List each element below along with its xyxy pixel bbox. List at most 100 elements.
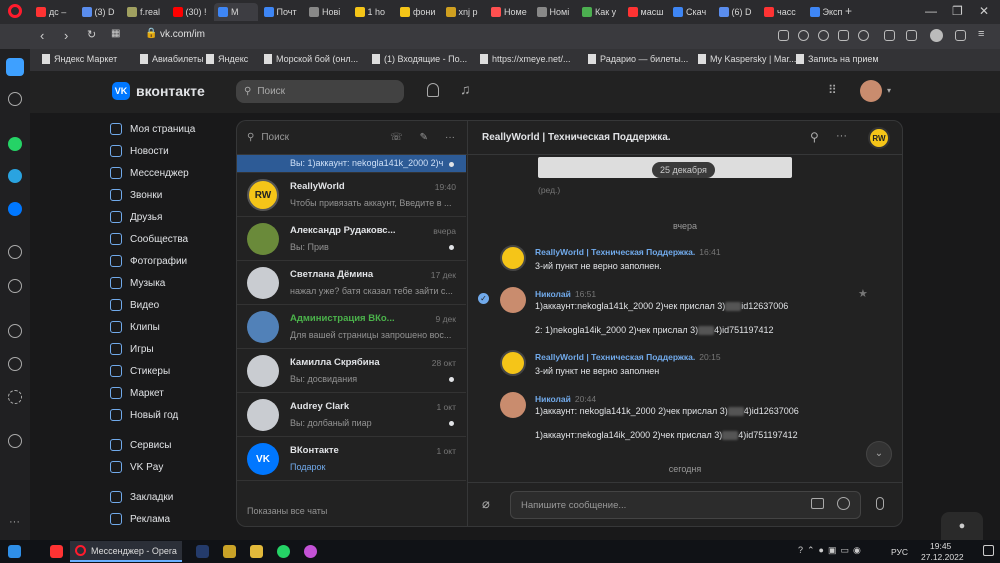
tips-icon[interactable] <box>8 434 22 448</box>
star-icon[interactable]: ★ <box>858 287 868 300</box>
browser-tab[interactable]: Номі <box>533 3 577 21</box>
heart-icon[interactable] <box>8 324 22 338</box>
message-author[interactable]: Николай 16:51 <box>535 289 596 299</box>
chat-row[interactable]: Светлана Дёмина 17 дек нажал уже? батя ска… <box>237 261 466 305</box>
notification-icon[interactable] <box>983 545 994 556</box>
nav-item[interactable]: Стикеры <box>110 360 230 382</box>
nav-item[interactable]: Сообщества <box>110 228 230 250</box>
nav-item[interactable]: Игры <box>110 338 230 360</box>
browser-tab[interactable]: (3) D <box>78 3 122 21</box>
chat-row[interactable]: Александр Рудаковс... вчера Вы: Прив <box>237 217 466 261</box>
bell-icon[interactable] <box>427 83 439 97</box>
more-icon[interactable]: ··· <box>836 130 847 142</box>
chevron-down-icon[interactable]: ▾ <box>887 86 891 95</box>
browser-tab[interactable]: (6) D <box>715 3 759 21</box>
emoji-icon[interactable] <box>837 497 850 510</box>
vk-icon[interactable] <box>8 202 22 216</box>
nav-item[interactable]: VK Pay <box>110 456 230 478</box>
browser-tab[interactable]: xnj p <box>442 3 486 21</box>
whatsapp-icon[interactable] <box>8 137 22 151</box>
profile-icon[interactable] <box>930 29 943 42</box>
whatsapp-icon[interactable] <box>277 545 290 558</box>
nav-item[interactable]: Закладки <box>110 486 230 508</box>
player-icon[interactable] <box>8 245 22 259</box>
chat-row[interactable]: Audrey Clark 1 окт Вы: долбаный пиар <box>237 393 466 437</box>
chat-title[interactable]: ReallyWorld | Техническая Поддержка. <box>482 132 671 143</box>
message-author[interactable]: ReallyWorld | Техническая Поддержка. 16:4… <box>535 247 721 257</box>
bookmark-item[interactable]: Запись на прием <box>796 54 879 64</box>
browser-tab[interactable]: Эксп <box>806 3 850 21</box>
nav-item[interactable]: Новый год <box>110 404 230 426</box>
windows-start-icon[interactable] <box>8 545 21 558</box>
cart-icon[interactable] <box>884 30 895 41</box>
message-author[interactable]: ReallyWorld | Техническая Поддержка. 20:1… <box>535 352 721 362</box>
nav-item[interactable]: Друзья <box>110 206 230 228</box>
app-icon[interactable] <box>196 545 209 558</box>
block-icon[interactable] <box>818 30 829 41</box>
opera-logo-icon[interactable] <box>8 4 22 18</box>
chat-row[interactable]: VK ВКонтакте 1 окт Подарок <box>237 437 466 481</box>
bookmark-item[interactable]: Авиабилеты <box>140 54 204 64</box>
new-call-icon[interactable]: ☏ <box>390 132 403 143</box>
bookmark-item[interactable]: (1) Входящие - По... <box>372 54 467 64</box>
message-author[interactable]: Николай 20:44 <box>535 394 596 404</box>
nav-item[interactable]: Моя страница <box>110 118 230 140</box>
folder-icon[interactable] <box>250 545 263 558</box>
speed-dial-icon[interactable]: ▦ <box>111 28 120 39</box>
message-avatar[interactable] <box>500 287 526 313</box>
nav-item[interactable]: Музыка <box>110 272 230 294</box>
app-icon[interactable] <box>223 545 236 558</box>
nav-item[interactable]: Фотографии <box>110 250 230 272</box>
browser-tab[interactable]: Номе <box>487 3 531 21</box>
browser-tab[interactable]: Почт <box>260 3 304 21</box>
nav-item[interactable]: Сервисы <box>110 434 230 456</box>
message-avatar[interactable] <box>500 350 526 376</box>
more-icon[interactable]: ··· <box>9 516 20 528</box>
browser-tab[interactable]: 1 ho <box>351 3 395 21</box>
apps-icon[interactable]: ⠿ <box>828 83 837 97</box>
bookmark-item[interactable]: Яндекс <box>206 54 248 64</box>
heart-icon[interactable] <box>858 30 869 41</box>
browser-tab[interactable]: M <box>214 3 258 21</box>
paperclip-icon[interactable]: ⌀ <box>482 496 490 512</box>
browser-tab[interactable]: масш <box>624 3 668 21</box>
telegram-icon[interactable] <box>8 169 22 183</box>
compose-icon[interactable]: ✎ <box>420 132 428 143</box>
tray-icons[interactable]: ?⌃●▣▭◉ <box>798 545 865 556</box>
download-icon[interactable] <box>955 30 966 41</box>
home-icon[interactable] <box>6 58 24 76</box>
nav-item[interactable]: Новости <box>110 140 230 162</box>
minimize-icon[interactable]: — <box>925 4 937 18</box>
close-window-icon[interactable]: ✕ <box>979 4 989 18</box>
language-indicator[interactable]: РУС <box>891 547 908 557</box>
chat-row[interactable]: Камилла Скрябина 28 окт Вы: досвидания <box>237 349 466 393</box>
message-avatar[interactable] <box>500 392 526 418</box>
vk-logo[interactable]: VK вконтакте <box>112 82 205 100</box>
search-icon[interactable]: ⚲ <box>810 130 819 144</box>
scroll-down-button[interactable]: ⌄ <box>866 441 892 467</box>
menu-icon[interactable]: ≡ <box>978 28 984 40</box>
music-icon[interactable]: ♫ <box>460 81 471 97</box>
browser-tab[interactable]: Нові <box>305 3 349 21</box>
nav-item[interactable]: Мессенджер <box>110 162 230 184</box>
browser-tab[interactable]: f.real <box>123 3 167 21</box>
app-icon[interactable] <box>304 545 317 558</box>
url-field[interactable]: vk.com/im <box>160 29 205 40</box>
nav-item[interactable]: Видео <box>110 294 230 316</box>
search-input[interactable]: ⚲ Поиск <box>236 80 404 103</box>
chat-bubble-button[interactable]: ● <box>941 512 983 540</box>
bookmark-item[interactable]: My Kaspersky | Mar... <box>698 54 796 64</box>
browser-tab[interactable]: Как у <box>578 3 622 21</box>
reload-icon[interactable]: ↻ <box>87 28 96 41</box>
send-icon[interactable] <box>838 30 849 41</box>
back-icon[interactable]: ‹ <box>40 28 44 43</box>
maximize-icon[interactable]: ❐ <box>952 4 963 18</box>
message-input[interactable]: Напишите сообщение... <box>510 491 861 519</box>
nav-item[interactable]: Звонки <box>110 184 230 206</box>
taskbar-opera-app[interactable]: Мессенджер - Opera <box>70 541 182 562</box>
chat-row[interactable]: RW ReallyWorld 19:40 Чтобы привязать аккаун… <box>237 173 466 217</box>
chat-avatar[interactable]: RW <box>868 127 890 149</box>
shield-icon[interactable] <box>798 30 809 41</box>
avatar[interactable] <box>860 80 882 102</box>
more-icon[interactable]: ··· <box>445 132 455 143</box>
